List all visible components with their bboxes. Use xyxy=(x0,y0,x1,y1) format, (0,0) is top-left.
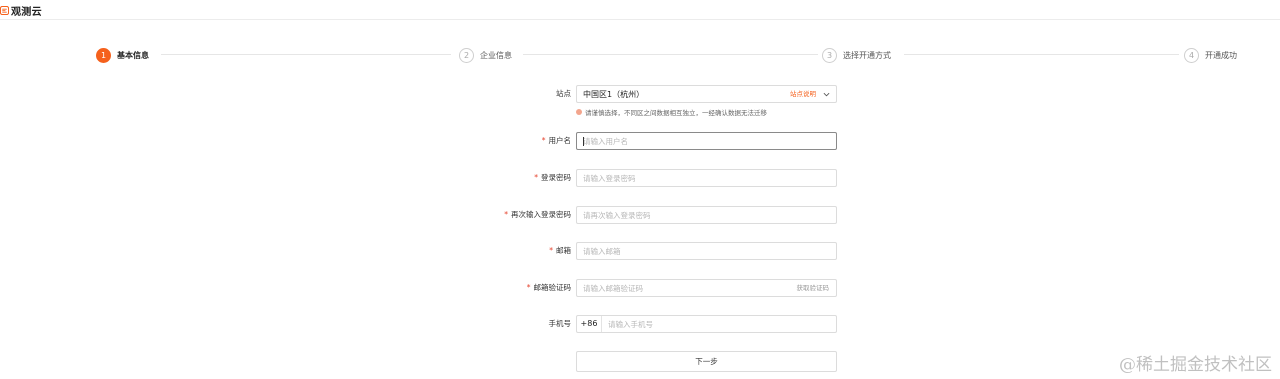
password-confirm-label: * 再次输入登录密码 xyxy=(504,210,571,219)
step-label: 开通成功 xyxy=(1205,50,1237,60)
site-row: 站点 中国区1（杭州） 站点说明 xyxy=(0,85,1280,103)
step-number: 4 xyxy=(1184,47,1199,63)
email-code-label: * 邮箱验证码 xyxy=(526,283,571,292)
step-divider xyxy=(904,54,1179,55)
top-bar: 观测云 xyxy=(0,0,1280,20)
step-number: 1 xyxy=(96,47,111,63)
get-code-button[interactable]: 获取验证码 xyxy=(797,280,830,297)
step-divider xyxy=(523,54,818,55)
required-mark: * xyxy=(526,283,531,292)
required-mark: * xyxy=(549,246,553,255)
email-field[interactable] xyxy=(576,242,837,260)
step-activation-success: 4 开通成功 xyxy=(1184,46,1237,64)
site-label: 站点 xyxy=(556,89,571,98)
site-hint: 请谨慎选择，不同区之间数据相互独立，一经确认数据无法迁移 xyxy=(576,107,767,117)
username-row: * 用户名 xyxy=(0,132,1280,150)
step-basic-info: 1 基本信息 xyxy=(96,46,149,64)
password-field[interactable] xyxy=(576,169,837,187)
step-number: 2 xyxy=(459,47,474,63)
warning-icon xyxy=(576,109,582,115)
username-field[interactable] xyxy=(576,132,837,150)
step-activation-method: 3 选择开通方式 xyxy=(822,46,891,64)
step-company-info: 2 企业信息 xyxy=(459,46,512,64)
email-code-field[interactable]: 获取验证码 xyxy=(576,279,837,297)
step-label: 选择开通方式 xyxy=(843,50,891,60)
site-select-value: 中国区1（杭州） xyxy=(583,90,645,99)
phone-label: 手机号 xyxy=(548,319,572,328)
site-info-link[interactable]: 站点说明 xyxy=(790,86,816,103)
password-label: * 登录密码 xyxy=(534,173,571,182)
logo-text: 观测云 xyxy=(11,6,42,18)
required-mark: * xyxy=(534,173,538,182)
password-confirm-row: * 再次输入登录密码 xyxy=(0,206,1280,224)
site-hint-text: 请谨慎选择，不同区之间数据相互独立，一经确认数据无法迁移 xyxy=(585,109,767,117)
chevron-down-icon[interactable] xyxy=(823,91,830,98)
password-input[interactable] xyxy=(577,170,836,186)
email-row: * 邮箱 xyxy=(0,242,1280,260)
required-mark: * xyxy=(541,136,546,145)
country-code-prefix[interactable]: +86 xyxy=(577,316,602,332)
email-label: * 邮箱 xyxy=(549,246,571,255)
step-divider xyxy=(161,54,451,55)
app-logo[interactable]: 观测云 xyxy=(0,2,42,18)
username-input[interactable] xyxy=(577,133,836,149)
text-caret xyxy=(583,137,584,146)
phone-input[interactable] xyxy=(577,316,836,332)
phone-field[interactable]: +86 xyxy=(576,315,837,333)
logo-icon xyxy=(0,5,9,15)
required-mark: * xyxy=(504,210,508,219)
next-step-button[interactable]: 下一步 xyxy=(576,351,837,372)
step-number: 3 xyxy=(822,47,837,63)
email-input[interactable] xyxy=(577,243,836,259)
watermark: @稀土掘金技术社区 xyxy=(1119,355,1272,375)
email-code-row: *邮箱验证码 获取验证码 xyxy=(0,279,1280,297)
step-label: 企业信息 xyxy=(480,50,512,60)
step-label: 基本信息 xyxy=(117,50,149,60)
password-confirm-input[interactable] xyxy=(577,207,836,223)
username-label: * 用户名 xyxy=(541,136,571,145)
site-select[interactable]: 中国区1（杭州） 站点说明 xyxy=(576,85,837,103)
password-confirm-field[interactable] xyxy=(576,206,837,224)
phone-row: 手机号 +86 xyxy=(0,315,1280,333)
password-row: * 登录密码 xyxy=(0,169,1280,187)
step-progress: 1 基本信息 2 企业信息 3 选择开通方式 4 开通成功 xyxy=(96,46,1246,64)
